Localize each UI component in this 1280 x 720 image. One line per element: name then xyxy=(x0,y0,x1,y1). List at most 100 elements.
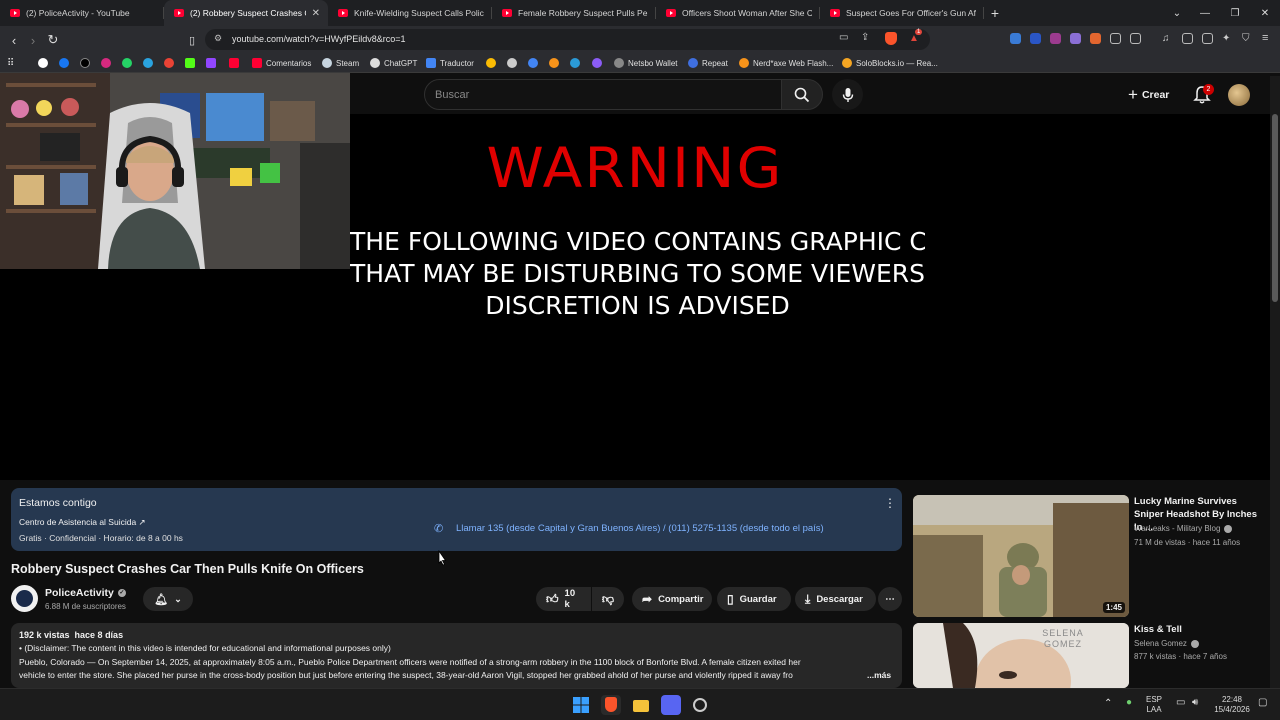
create-button[interactable]: + Crear xyxy=(1128,85,1169,105)
microphone-tray-icon[interactable]: ● xyxy=(1126,697,1132,708)
tab-search-icon[interactable]: ⌄ xyxy=(1162,0,1192,26)
clock[interactable]: 22:48 15/4/2026 xyxy=(1214,695,1250,715)
bookmark-blue[interactable] xyxy=(570,56,584,70)
vpn-icon[interactable]: ⛉ xyxy=(1242,33,1253,44)
discord-icon[interactable] xyxy=(661,695,681,715)
voice-search-button[interactable] xyxy=(832,79,863,110)
bookmark-pen[interactable] xyxy=(528,56,542,70)
bookmark-facebook[interactable] xyxy=(59,56,73,70)
media-icon[interactable]: ♫ xyxy=(1162,33,1173,44)
bookmark-chatgpt[interactable]: ChatGPT xyxy=(370,56,417,70)
language-indicator[interactable]: ESP LAA xyxy=(1146,695,1162,715)
volume-icon[interactable]: 🔊︎ xyxy=(1192,697,1198,708)
bookmark-orange[interactable] xyxy=(549,56,563,70)
notification-center-icon[interactable]: ▢ xyxy=(1258,697,1267,708)
bookmark-soloblocks[interactable]: SoloBlocks.io — Rea... xyxy=(842,56,938,70)
tray-overflow-icon[interactable]: ⌃ xyxy=(1104,698,1112,709)
brave-browser-icon[interactable] xyxy=(601,695,621,715)
menu-icon[interactable]: ≡ xyxy=(1262,33,1273,44)
bookmark-drive[interactable] xyxy=(486,56,500,70)
video-description[interactable]: 192 k vistas hace 8 días • (Disclaimer: … xyxy=(11,623,902,688)
wallet-icon[interactable] xyxy=(1202,33,1213,44)
close-window-button[interactable]: ✕ xyxy=(1250,0,1280,26)
minimize-button[interactable]: — xyxy=(1190,0,1220,26)
forward-button[interactable]: › xyxy=(24,31,42,49)
extension-1-icon[interactable] xyxy=(1010,33,1021,44)
extension-6-icon[interactable] xyxy=(1130,33,1141,44)
like-button[interactable]: 👍︎ 10 k xyxy=(536,587,591,611)
extension-4-icon[interactable] xyxy=(1070,33,1081,44)
download-icon: ⤓ xyxy=(805,591,811,606)
dislike-button[interactable]: 👎︎ xyxy=(592,587,624,611)
bookmark-nerdaxe[interactable]: Nerd*axe Web Flash... xyxy=(739,56,833,70)
recommendation-title[interactable]: Kiss & Tell xyxy=(1134,623,1262,636)
bookmark-gmail[interactable] xyxy=(164,56,178,70)
bookmark-twitch[interactable] xyxy=(206,56,220,70)
bookmark-instagram[interactable] xyxy=(101,56,115,70)
tab-title: Female Robbery Suspect Pulls Pellet xyxy=(518,8,648,18)
save-button[interactable]: ▯ Guardar xyxy=(717,587,791,611)
file-explorer-icon[interactable] xyxy=(631,695,651,715)
reload-button[interactable]: ↻ xyxy=(44,31,62,49)
channel-avatar[interactable] xyxy=(11,585,38,612)
recommendation-thumbnail[interactable]: SELENA GOMEZ xyxy=(913,623,1129,688)
new-tab-button[interactable]: + xyxy=(984,5,1006,21)
address-bar[interactable]: ⚙ youtube.com/watch?v=HWyfPEildv8&rco=1 … xyxy=(205,29,930,50)
extension-3-icon[interactable] xyxy=(1050,33,1061,44)
tab-robbery-suspect[interactable]: (2) Robbery Suspect Crashes Car ✕ xyxy=(164,0,328,26)
mouse-cursor-icon xyxy=(438,550,447,566)
maximize-button[interactable]: ❐ xyxy=(1220,0,1250,26)
bookmark-netsbo-wallet[interactable]: Netsbo Wallet xyxy=(614,56,678,70)
extension-2-icon[interactable] xyxy=(1030,33,1041,44)
tab-knife-suspect[interactable]: Knife-Wielding Suspect Calls Police C xyxy=(328,0,492,26)
bookmark-discord[interactable] xyxy=(507,56,521,70)
tab-suspect-gun[interactable]: Suspect Goes For Officer's Gun After xyxy=(820,0,984,26)
site-info-icon[interactable]: ⚙ xyxy=(214,33,222,44)
search-button[interactable] xyxy=(781,79,823,110)
brave-shields-icon[interactable] xyxy=(885,32,897,45)
page-scrollbar[interactable] xyxy=(1270,76,1280,688)
description-disclaimer: • (Disclaimer: The content in this video… xyxy=(19,643,391,653)
show-more-link[interactable]: ...más xyxy=(867,670,891,680)
tab-policeactivity[interactable]: (2) PoliceActivity - YouTube xyxy=(0,0,164,26)
search-input[interactable]: Buscar xyxy=(424,79,782,110)
back-button[interactable]: ‹ xyxy=(5,31,23,49)
bookmark-google[interactable] xyxy=(38,56,52,70)
leo-ai-icon[interactable]: ✦ xyxy=(1222,33,1233,44)
tab-officers-shoot[interactable]: Officers Shoot Woman After She Cha xyxy=(656,0,820,26)
bookmark-x[interactable] xyxy=(80,56,94,70)
share-button[interactable]: ➦ Compartir xyxy=(632,587,712,611)
extension-5-icon[interactable] xyxy=(1090,33,1101,44)
scrollbar-thumb[interactable] xyxy=(1272,114,1278,302)
extensions-puzzle-icon[interactable] xyxy=(1110,33,1121,44)
subscribe-bell-button[interactable]: 🔔︎ ⌄ xyxy=(143,587,193,611)
sidebar-icon[interactable] xyxy=(1182,33,1193,44)
bookmark-traductor[interactable]: Traductor xyxy=(426,56,474,70)
recommendation-thumbnail[interactable]: 1:45 xyxy=(913,495,1129,617)
obs-icon[interactable] xyxy=(690,695,710,715)
user-avatar[interactable] xyxy=(1228,84,1250,106)
share-icon[interactable]: ⇪ xyxy=(861,32,869,43)
youtube-favicon-icon xyxy=(830,9,840,17)
bookmark-whatsapp[interactable] xyxy=(122,56,136,70)
close-tab-icon[interactable]: ✕ xyxy=(312,8,320,19)
bookmark-icon[interactable]: ▯ xyxy=(183,31,201,49)
crisis-call-link[interactable]: Llamar 135 (desde Capital y Gran Buenos … xyxy=(456,523,824,534)
bookmark-youtube[interactable] xyxy=(229,56,243,70)
apps-grid-icon[interactable]: ⠿ xyxy=(7,56,14,70)
bookmark-steam[interactable]: Steam xyxy=(322,56,359,70)
network-icon[interactable]: ▭ xyxy=(1176,697,1185,708)
bookmark-repeat[interactable]: Repeat xyxy=(688,56,728,70)
more-options-icon[interactable]: ⋮ xyxy=(884,496,896,510)
bookmark-telegram[interactable] xyxy=(143,56,157,70)
bookmark-comentarios[interactable]: Comentarios xyxy=(252,56,311,70)
crisis-center-link[interactable]: Centro de Asistencia al Suicida ↗ xyxy=(19,517,146,528)
bookmark-kick[interactable] xyxy=(185,56,199,70)
bookmark-purple[interactable] xyxy=(592,56,606,70)
cast-icon[interactable]: ▭ xyxy=(839,32,848,43)
channel-name[interactable]: PoliceActivity ✓ xyxy=(45,587,126,599)
download-button[interactable]: ⤓ Descargar xyxy=(795,587,876,611)
windows-start-icon[interactable] xyxy=(571,695,591,715)
tab-female-robbery[interactable]: Female Robbery Suspect Pulls Pellet xyxy=(492,0,656,26)
more-actions-button[interactable]: ⋯ xyxy=(878,587,902,611)
